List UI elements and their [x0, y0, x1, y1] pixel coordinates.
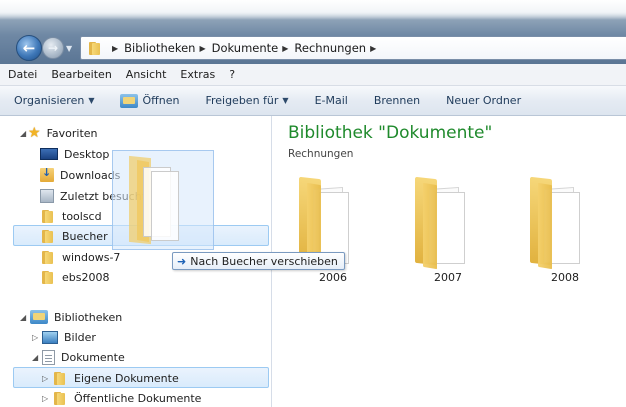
star-icon: ★ — [28, 125, 41, 141]
nav-item-dokumente[interactable]: Dokumente — [42, 347, 125, 367]
nav-item-label: Eigene Dokumente — [74, 371, 179, 385]
pictures-icon — [42, 330, 58, 344]
folder-icon — [40, 229, 56, 243]
nav-item-bilder[interactable]: Bilder — [42, 327, 96, 347]
menu-bearbeiten[interactable]: Bearbeiten — [51, 68, 111, 81]
nav-item-ebs2008[interactable]: ebs2008 — [40, 267, 109, 287]
recent-places-icon — [40, 189, 54, 203]
organize-label: Organisieren — [14, 94, 85, 107]
nav-item-label: Desktop — [64, 147, 110, 161]
back-button[interactable]: ← — [16, 35, 42, 61]
nav-item-oeffentliche-dokumente[interactable]: Öffentliche Dokumente — [52, 388, 201, 407]
share-label: Freigeben für — [205, 94, 279, 107]
breadcrumb-dokumente[interactable]: Dokumente — [212, 41, 279, 55]
expand-own-documents-icon[interactable]: ▷ — [42, 374, 48, 383]
menu-ansicht[interactable]: Ansicht — [126, 68, 167, 81]
breadcrumb-bibliotheken[interactable]: Bibliotheken — [124, 41, 195, 55]
menu-help[interactable]: ? — [229, 68, 235, 81]
share-button[interactable]: Freigeben für ▼ — [205, 94, 288, 107]
nav-item-buecher[interactable]: Buecher — [40, 226, 108, 246]
documents-icon — [42, 349, 55, 365]
forward-arrow-icon: → — [47, 41, 59, 55]
nav-favorites[interactable]: ★ Favoriten — [28, 123, 98, 143]
command-bar: Organisieren ▼ Öffnen Freigeben für ▼ E-… — [0, 86, 626, 116]
collapse-documents-icon[interactable]: ◢ — [32, 353, 38, 362]
downloads-icon — [40, 166, 54, 182]
breadcrumb-separator-icon[interactable]: ▶ — [370, 44, 376, 53]
chevron-down-icon: ▼ — [282, 96, 289, 105]
drag-tooltip-text: Nach Buecher verschieben — [190, 254, 338, 268]
recent-pages-dropdown[interactable]: ▼ — [66, 44, 72, 53]
menu-extras[interactable]: Extras — [180, 68, 215, 81]
nav-item-label: Bilder — [64, 330, 96, 344]
folder-icon — [87, 41, 103, 55]
nav-libraries-label: Bibliotheken — [54, 310, 123, 324]
folder-2008-icon[interactable] — [526, 176, 586, 270]
nav-item-label: Dokumente — [61, 350, 125, 364]
nav-favorites-label: Favoriten — [46, 126, 98, 140]
collapse-libraries-icon[interactable]: ◢ — [20, 313, 26, 322]
folder-label-2008[interactable]: 2008 — [535, 271, 595, 284]
nav-item-label: windows-7 — [62, 250, 121, 264]
nav-item-label: toolscd — [62, 209, 102, 223]
nav-libraries[interactable]: Bibliotheken — [30, 307, 122, 327]
breadcrumb-rechnungen[interactable]: Rechnungen — [294, 41, 366, 55]
breadcrumb-separator-icon[interactable]: ▶ — [282, 44, 288, 53]
folder-icon — [52, 391, 68, 405]
library-subtitle: Rechnungen — [288, 148, 354, 160]
move-arrow-icon: ➜ — [177, 254, 187, 268]
nav-item-downloads[interactable]: Downloads — [40, 165, 120, 185]
library-title: Bibliothek "Dokumente" — [288, 123, 493, 143]
nav-item-desktop[interactable]: Desktop — [40, 144, 109, 164]
nav-item-label: ebs2008 — [62, 270, 110, 284]
folder-label-2007[interactable]: 2007 — [418, 271, 478, 284]
drag-tooltip: ➜ Nach Buecher verschieben — [172, 252, 345, 270]
back-arrow-icon: ← — [22, 39, 36, 57]
nav-item-windows-7[interactable]: windows-7 — [40, 247, 120, 267]
folder-icon — [40, 250, 56, 264]
drag-ghost-folder-icon — [112, 150, 214, 250]
folder-icon — [52, 371, 68, 385]
folder-label-2006[interactable]: 2006 — [303, 271, 363, 284]
expand-public-documents-icon[interactable]: ▷ — [42, 394, 48, 403]
library-icon — [30, 310, 48, 324]
title-bar-shade — [0, 0, 626, 20]
nav-item-eigene-dokumente[interactable]: Eigene Dokumente — [52, 368, 179, 388]
expand-pictures-icon[interactable]: ▷ — [32, 333, 38, 342]
title-bar: ← → ▼ ▶ Bibliotheken ▶ Dokumente ▶ Rechn… — [0, 0, 626, 64]
menu-bar: Datei Bearbeiten Ansicht Extras ? — [0, 64, 626, 86]
open-button[interactable]: Öffnen — [120, 93, 180, 108]
folder-2007-icon[interactable] — [411, 176, 471, 270]
email-button[interactable]: E-Mail — [315, 94, 348, 107]
nav-item-toolscd[interactable]: toolscd — [40, 206, 102, 226]
folder-icon — [40, 209, 56, 223]
desktop-icon — [40, 148, 58, 160]
breadcrumb-separator-icon[interactable]: ▶ — [112, 44, 118, 53]
forward-button[interactable]: → — [42, 37, 64, 59]
open-label: Öffnen — [142, 94, 180, 107]
nav-item-label: Öffentliche Dokumente — [74, 391, 202, 405]
menu-datei[interactable]: Datei — [8, 68, 37, 81]
burn-button[interactable]: Brennen — [374, 94, 420, 107]
organize-button[interactable]: Organisieren ▼ — [14, 94, 94, 107]
chevron-down-icon: ▼ — [88, 96, 95, 105]
new-folder-button[interactable]: Neuer Ordner — [446, 94, 521, 107]
folder-icon — [40, 270, 56, 284]
collapse-favorites-icon[interactable]: ◢ — [20, 129, 26, 138]
nav-item-label: Buecher — [62, 229, 108, 243]
breadcrumb-separator-icon[interactable]: ▶ — [199, 44, 205, 53]
address-bar[interactable]: ▶ Bibliotheken ▶ Dokumente ▶ Rechnungen … — [80, 36, 626, 60]
open-library-icon — [120, 93, 139, 108]
